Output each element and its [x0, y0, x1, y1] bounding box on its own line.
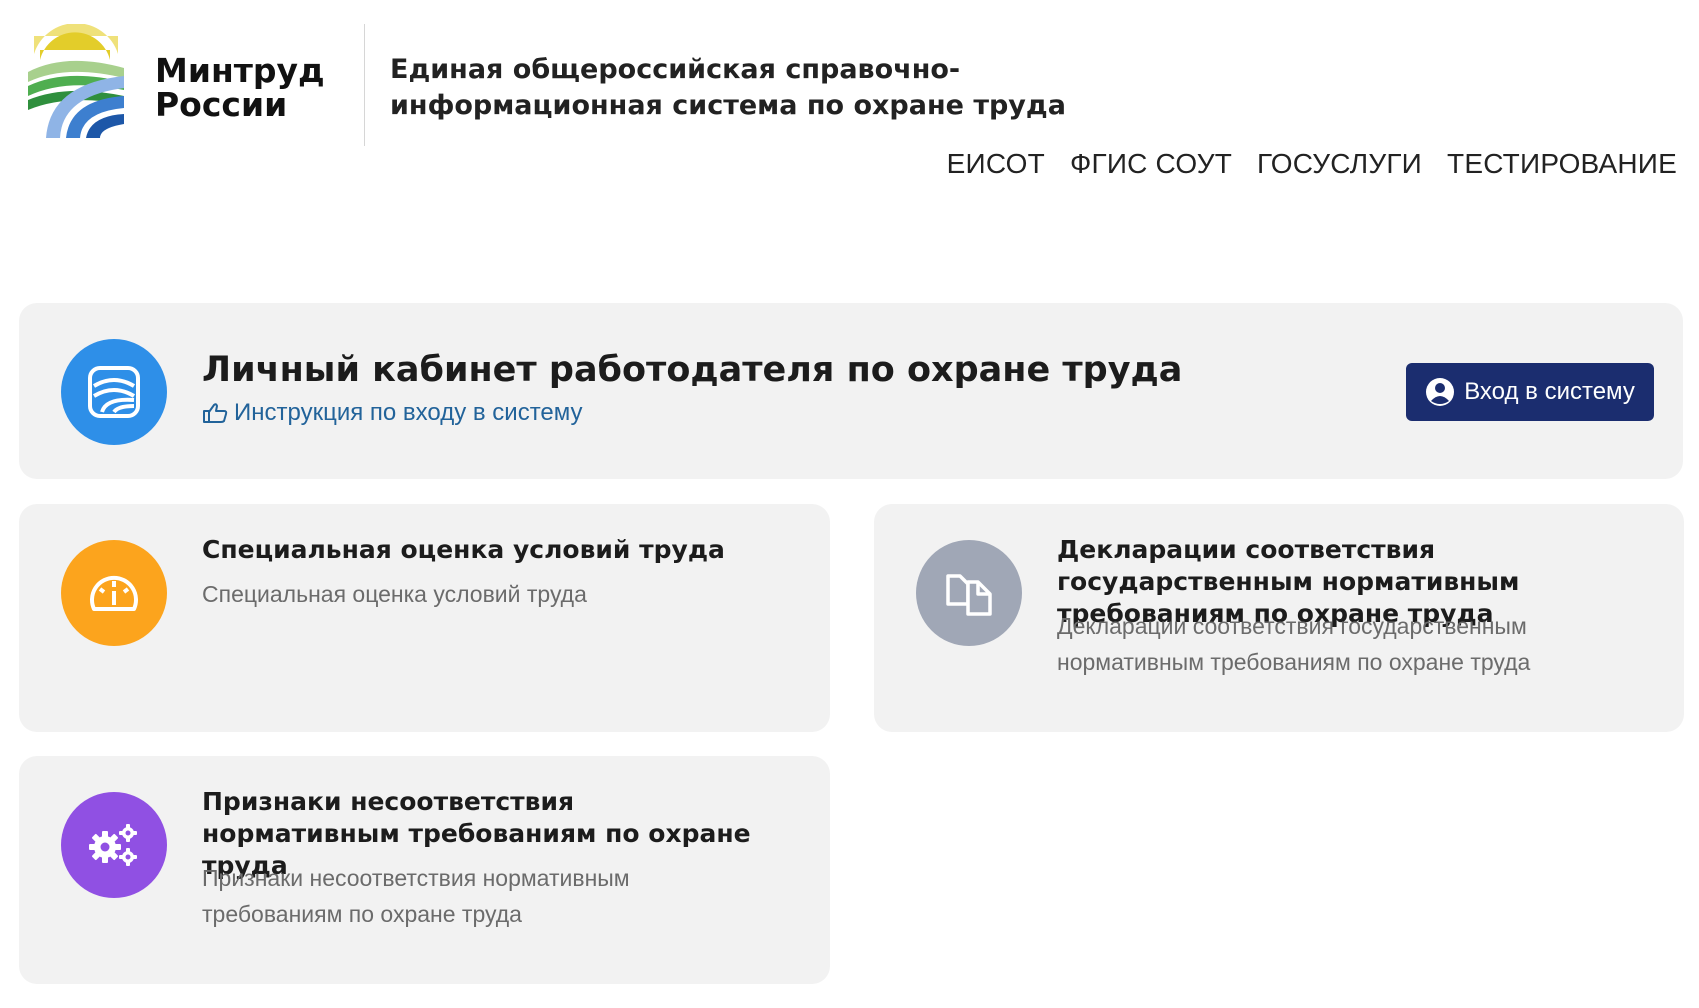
user-circle-icon	[1426, 378, 1455, 406]
brand-name[interactable]: Минтруд России	[155, 54, 325, 122]
hand-pointer-icon	[203, 403, 228, 423]
sout-icon-circle	[61, 540, 167, 646]
declarations-card[interactable]: Декларации соответствия государственным …	[874, 504, 1684, 732]
login-button-label: Вход в систему	[1464, 378, 1635, 405]
login-button[interactable]: Вход в систему	[1406, 363, 1654, 421]
instruction-link-label: Инструкция по входу в систему	[234, 399, 583, 426]
nav-fgis-sout[interactable]: ФГИС СОУТ	[1070, 148, 1232, 180]
gauge-icon	[90, 575, 138, 611]
cabinet-icon-circle	[61, 339, 167, 445]
system-title: Единая общероссийская справочно-информац…	[390, 54, 1066, 121]
ministry-logo-icon[interactable]	[26, 24, 124, 138]
sout-card[interactable]: Специальная оценка условий труда Специал…	[19, 504, 830, 732]
brand-line-2: России	[155, 85, 288, 124]
nav-testing[interactable]: ТЕСТИРОВАНИЕ	[1447, 148, 1677, 180]
gears-icon	[89, 824, 137, 866]
waves-icon	[88, 366, 140, 418]
brand-line-1: Минтруд	[155, 51, 325, 90]
declarations-description: Декларации соответствия государственным …	[1057, 613, 1531, 675]
site-header: Минтруд России Единая общероссийская спр…	[0, 0, 1699, 260]
nonconformity-description: Признаки несоответствия нормативным треб…	[202, 865, 630, 927]
top-nav: ЕИСОТ ФГИС СОУТ ГОСУСЛУГИ ТЕСТИРОВАНИЕ	[947, 148, 1677, 180]
nav-gosuslugi[interactable]: ГОСУСЛУГИ	[1257, 148, 1422, 180]
documents-icon	[946, 574, 992, 616]
nonconformity-card[interactable]: Признаки несоответствия нормативным треб…	[19, 756, 830, 984]
header-divider	[364, 24, 365, 146]
declarations-icon-circle	[916, 540, 1022, 646]
employer-cabinet-card[interactable]: Личный кабинет работодателя по охране тр…	[19, 303, 1683, 479]
login-instruction-link[interactable]: Инструкция по входу в систему	[202, 399, 583, 427]
nonconformity-icon-circle	[61, 792, 167, 898]
sout-title: Специальная оценка условий труда	[202, 535, 725, 564]
nav-eisot[interactable]: ЕИСОТ	[947, 148, 1045, 180]
cabinet-title: Личный кабинет работодателя по охране тр…	[202, 350, 1183, 390]
sout-description: Специальная оценка условий труда	[202, 581, 587, 607]
